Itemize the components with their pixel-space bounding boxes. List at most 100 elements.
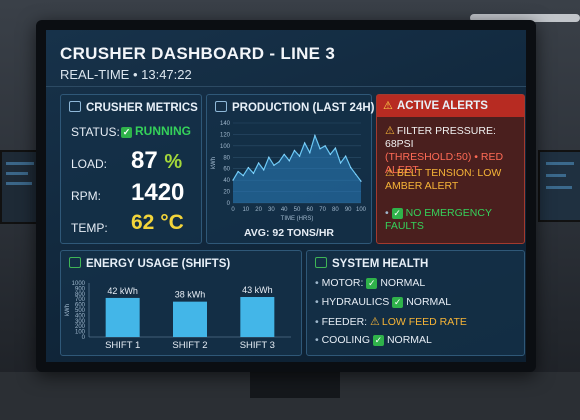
- alert-line: FILTER PRESSURE: 68PSI: [385, 125, 496, 150]
- y-tick-label: 0: [227, 201, 231, 207]
- health-item-status: LOW FEED RATE: [381, 316, 467, 328]
- data-point: [247, 166, 249, 169]
- load-value-number: 87: [131, 147, 158, 174]
- energy-chart: 01002003004005006007008009001000 kWh 42 kW…: [65, 281, 291, 351]
- health-icon: [315, 257, 327, 268]
- x-tick-label: 90: [345, 207, 352, 213]
- dashboard-title: CRUSHER DASHBOARD - LINE 3: [60, 44, 336, 63]
- data-point: [283, 153, 285, 156]
- category-label: SHIFT 1: [105, 340, 140, 351]
- y-tick-label: 900: [75, 286, 86, 292]
- chart-icon: [215, 101, 227, 112]
- health-item-status: NORMAL: [406, 296, 452, 308]
- health-item-status: NORMAL: [386, 334, 432, 346]
- background-bar: [6, 172, 28, 175]
- data-point: [350, 166, 352, 169]
- x-tick-label: 60: [306, 207, 313, 213]
- y-tick-label: 80: [223, 155, 230, 161]
- energy-panel: ENERGY USAGE (SHIFTS) 0 100 200 300 400 500 60…: [60, 250, 302, 356]
- crusher-metrics-panel: CRUSHER METRICS STATUS: ✓ RUNNING LOAD: 8…: [60, 94, 202, 244]
- check-icon: ✓: [372, 335, 384, 346]
- data-point: [314, 134, 316, 137]
- metrics-icon: [69, 101, 81, 112]
- alerts-header: ⚠ ACTIVE ALERTS: [377, 95, 524, 117]
- system-health-panel: SYSTEM HEALTH • MOTOR: ✓ NORMAL • HYDRAULI…: [306, 250, 525, 356]
- bullet: •: [315, 296, 322, 308]
- background-bar: [546, 186, 572, 189]
- data-point: [334, 147, 336, 149]
- energy-bar: [105, 297, 140, 337]
- system-health-title: SYSTEM HEALTH: [315, 257, 428, 270]
- health-item: • COOLING ✓ NORMAL: [315, 334, 432, 346]
- status-value: ✓ RUNNING: [121, 124, 191, 138]
- header-divider: [46, 86, 526, 87]
- bullet: •: [315, 277, 322, 289]
- x-tick-label: 20: [255, 207, 262, 213]
- bar-data-label: 42 kWh: [107, 286, 138, 296]
- data-point: [319, 148, 321, 150]
- data-point: [309, 152, 311, 154]
- y-tick-label: 40: [223, 178, 230, 184]
- data-point: [324, 145, 326, 147]
- x-tick-label: 100: [356, 207, 367, 213]
- data-point: [355, 173, 357, 176]
- load-label: LOAD:: [71, 157, 108, 171]
- production-chart: 0 20 40 60 80 100 120 140 0 10 20 30 40 50 60 70 80 90 100…: [211, 121, 367, 222]
- alert-line: AMBER ALERT: [385, 180, 459, 192]
- energy-bar: [240, 297, 275, 337]
- monitor: CRUSHER DASHBOARD - LINE 3 REAL-TIME • 1…: [36, 20, 536, 372]
- alert-line: BELT TENSION: LOW: [396, 167, 502, 179]
- background-monitor: [538, 150, 580, 222]
- x-tick-label: 70: [319, 207, 326, 213]
- production-title-text: PRODUCTION (LAST 24H): [232, 102, 375, 114]
- bullet: •: [315, 334, 322, 346]
- data-point: [232, 179, 234, 181]
- category-label: SHIFT 2: [172, 340, 207, 351]
- data-point: [242, 174, 244, 177]
- monitor-stand: [250, 368, 340, 398]
- bar-data-label: 43 kWh: [242, 285, 273, 295]
- health-item-label: MOTOR:: [321, 277, 367, 289]
- data-point: [252, 172, 255, 174]
- data-point: [304, 142, 306, 144]
- dashboard-subtitle: REAL-TIME • 13:47:22: [60, 67, 192, 82]
- warning-icon: ⚠: [385, 125, 395, 137]
- data-point: [258, 162, 260, 164]
- y-tick-label: 700: [75, 297, 86, 303]
- data-point: [288, 160, 290, 162]
- health-item-label: HYDRAULICS: [321, 296, 393, 308]
- y-tick-label: 600: [75, 303, 86, 309]
- data-point: [273, 164, 275, 166]
- category-label: SHIFT 3: [240, 340, 275, 351]
- production-average: AVG: 92 TONS/HR: [243, 227, 335, 239]
- y-axis-label: kWh: [211, 157, 217, 169]
- bullet: •: [315, 316, 322, 328]
- y-tick-label: 20: [223, 190, 230, 196]
- background-bar: [6, 162, 34, 165]
- y-tick-label: 140: [220, 121, 231, 127]
- y-tick-label: 200: [75, 324, 86, 330]
- dashboard-screen: CRUSHER DASHBOARD - LINE 3 REAL-TIME • 1…: [46, 30, 526, 362]
- data-point: [298, 155, 301, 157]
- x-tick-label: 40: [281, 207, 288, 213]
- y-tick-label: 0: [82, 335, 86, 341]
- system-health-title-text: SYSTEM HEALTH: [332, 258, 429, 270]
- warning-icon: ⚠: [385, 167, 395, 179]
- y-tick-label: 100: [75, 330, 86, 336]
- health-item: • HYDRAULICS ✓ NORMAL: [315, 296, 451, 308]
- alerts-title: ACTIVE ALERTS: [397, 100, 488, 112]
- health-item: • FEEDER: ⚠ LOW FEED RATE: [315, 315, 467, 328]
- alert-item-no-faults: • ✓ NO EMERGENCY FAULTS: [385, 207, 521, 233]
- y-tick-label: 60: [223, 167, 230, 173]
- x-tick-label: 80: [332, 207, 339, 213]
- data-point: [329, 153, 331, 156]
- bar-data-label: 38 kWh: [175, 290, 206, 300]
- y-tick-label: 500: [75, 308, 86, 314]
- y-tick-label: 400: [75, 313, 86, 319]
- temp-value: 62 °C: [131, 211, 184, 234]
- background-bar: [6, 182, 32, 185]
- energy-title-text: ENERGY USAGE (SHIFTS): [86, 258, 231, 270]
- y-tick-label: 300: [75, 319, 86, 325]
- check-icon: ✓: [121, 127, 132, 138]
- status-label: STATUS:: [71, 125, 120, 139]
